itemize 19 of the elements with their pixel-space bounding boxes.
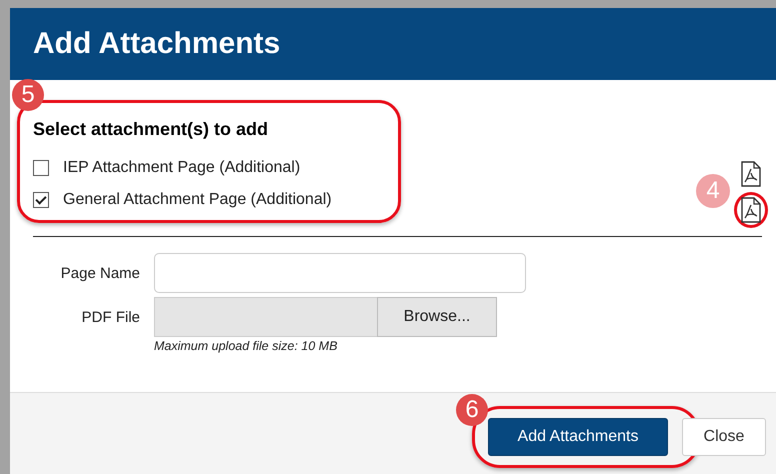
browse-button[interactable]: Browse... [377,297,497,337]
field-label: PDF File [80,308,140,326]
add-attachments-button[interactable]: Add Attachments [488,418,668,456]
input-field[interactable] [154,253,526,293]
callout-badge: 6 [456,394,488,426]
hint-text: Maximum upload file size: 10 MB [154,339,338,353]
field-label: Page Name [60,264,140,282]
file-field[interactable] [154,297,377,337]
pdf-file-icon[interactable] [741,197,761,223]
checkbox[interactable] [33,192,49,208]
pdf-file-icon[interactable] [741,161,761,187]
checkbox[interactable] [33,160,49,176]
dialog-title: Add Attachments [33,27,280,61]
section-heading: Select attachment(s) to add [33,119,270,140]
checkbox-option[interactable]: IEP Attachment Page (Additional) [33,152,300,184]
callout-badge: 4 [696,174,730,208]
checkbox-option[interactable]: General Attachment Page (Additional) [33,184,332,216]
close-button[interactable]: Close [682,418,766,456]
callout-badge: 5 [12,79,44,111]
